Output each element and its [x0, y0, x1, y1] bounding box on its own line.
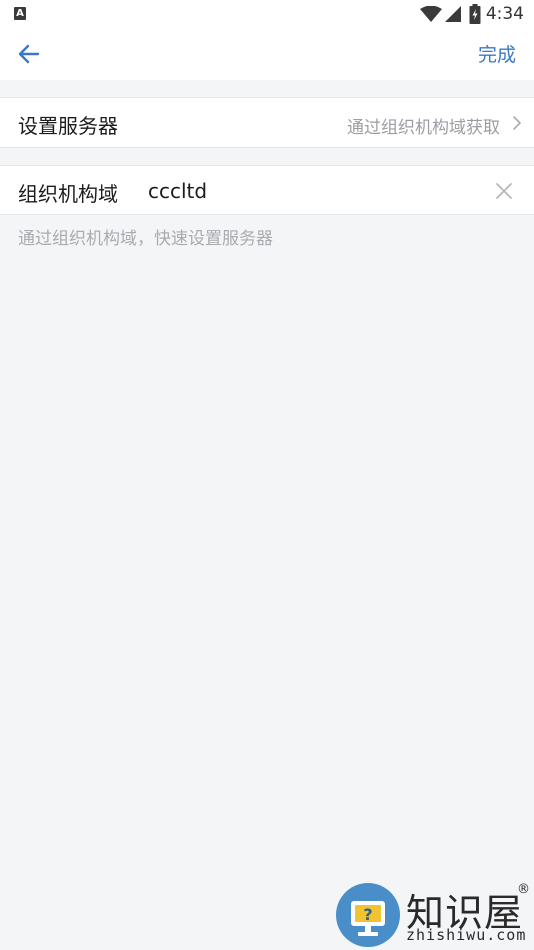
watermark-en-text: zhishiwu.com: [406, 926, 527, 944]
svg-text:?: ?: [363, 905, 372, 924]
arrow-left-icon: [18, 44, 40, 64]
back-button[interactable]: [12, 38, 46, 70]
server-setting-row[interactable]: 设置服务器 通过组织机构域获取: [0, 97, 534, 148]
watermark-logo-icon: ?: [336, 883, 400, 947]
watermark-reg-mark: ®: [517, 882, 530, 897]
signal-icon: [444, 6, 461, 22]
hint-text: 通过组织机构域，快速设置服务器: [18, 229, 273, 249]
clear-icon[interactable]: [494, 181, 514, 201]
status-time: 4:34: [485, 4, 524, 24]
notification-a-icon: A: [14, 7, 26, 20]
battery-icon: [469, 4, 481, 24]
wifi-icon: [419, 6, 442, 22]
done-button[interactable]: 完成: [478, 40, 516, 67]
org-domain-row: 组织机构域: [0, 165, 534, 215]
server-setting-label: 设置服务器: [18, 114, 118, 138]
chevron-right-icon: [513, 116, 521, 130]
status-bar: A 4:34: [0, 0, 534, 28]
watermark: ? 知识屋 ® zhishiwu.com: [334, 880, 534, 950]
status-icons: 4:34: [419, 3, 524, 25]
server-setting-value: 通过组织机构域获取: [347, 118, 500, 138]
org-domain-label: 组织机构域: [18, 182, 118, 206]
org-domain-input[interactable]: [148, 174, 478, 208]
nav-bar: 完成: [0, 28, 534, 80]
